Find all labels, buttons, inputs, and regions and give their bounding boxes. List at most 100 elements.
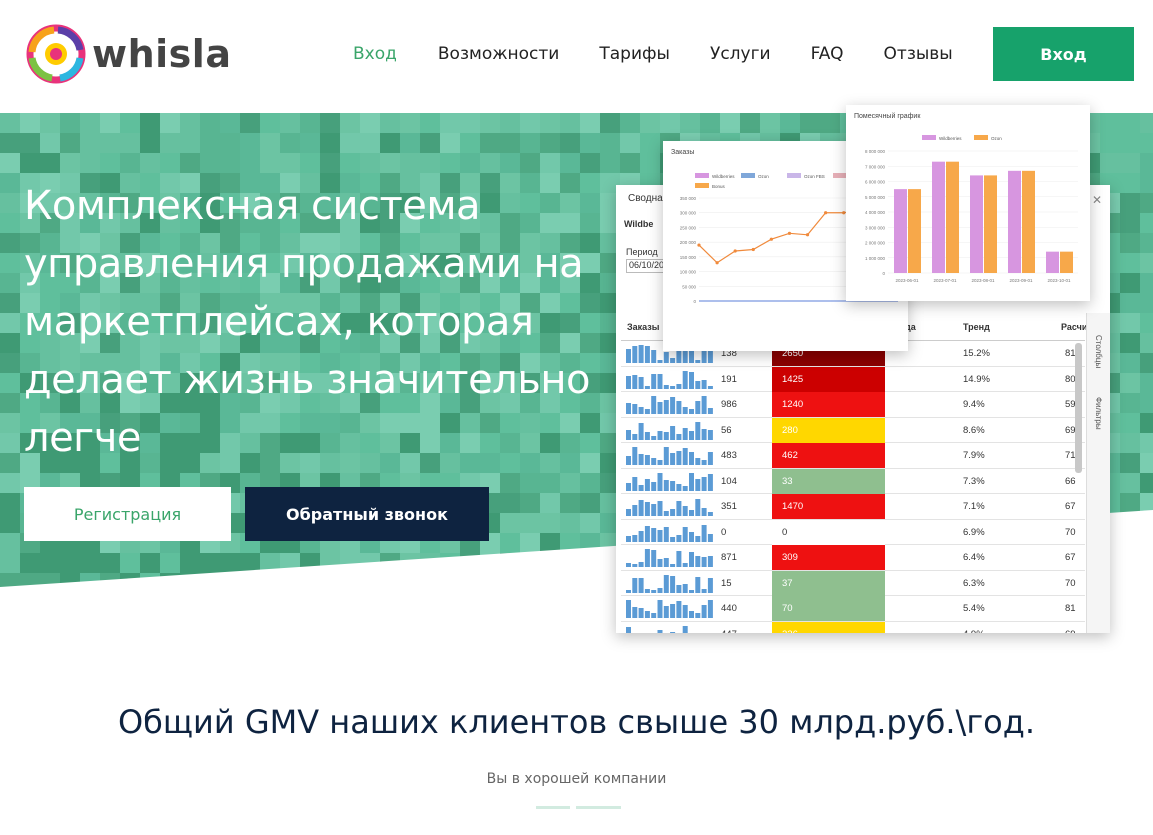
nav-link-features[interactable]: Возможности bbox=[438, 44, 559, 64]
nav-link-reviews[interactable]: Отзывы bbox=[884, 44, 953, 64]
pixel-tile bbox=[560, 533, 580, 553]
sparkline-bar bbox=[657, 460, 663, 465]
sparkline-bar bbox=[689, 531, 694, 542]
table-row[interactable]: 440 5.4% 81 70 bbox=[621, 596, 1085, 622]
pixel-tile bbox=[540, 573, 560, 587]
pixel-tile bbox=[1140, 513, 1153, 533]
nav-link-services[interactable]: Услуги bbox=[710, 44, 771, 64]
table-body: 138 15.2% 81 2650 191 14.9% 80 1425 986 9.4% 59 124… bbox=[621, 341, 1085, 633]
register-button[interactable]: Регистрация bbox=[24, 487, 231, 541]
pixel-tile bbox=[580, 533, 600, 553]
pixel-tile bbox=[200, 133, 220, 153]
sparkline-bar bbox=[644, 549, 650, 567]
pixel-tile bbox=[420, 573, 440, 587]
callback-button[interactable]: Обратный звонок bbox=[245, 487, 489, 541]
cell-orders: 440 bbox=[721, 603, 737, 614]
cell-calc: 67 bbox=[1065, 501, 1076, 512]
pixel-tile bbox=[60, 133, 80, 153]
pixel-tile bbox=[760, 113, 780, 133]
pixel-tile bbox=[240, 573, 260, 587]
pixel-tile bbox=[500, 513, 520, 533]
cell-heatmap: 70 bbox=[772, 596, 885, 621]
sparkline-bar bbox=[638, 345, 644, 363]
sparkline-bar bbox=[670, 509, 676, 516]
table-row[interactable]: 191 14.9% 80 1425 bbox=[621, 366, 1085, 392]
pixel-tile bbox=[520, 473, 540, 493]
pixel-tile bbox=[440, 573, 460, 587]
sparkline-bar bbox=[682, 625, 688, 633]
sparkline-bar bbox=[626, 563, 631, 567]
cell-trend: 6.4% bbox=[963, 552, 985, 563]
pixel-tile bbox=[380, 153, 400, 173]
pixel-tile bbox=[180, 153, 200, 173]
pixel-tile bbox=[300, 553, 320, 573]
cell-heatmap: 33 bbox=[772, 468, 885, 494]
pixel-tile bbox=[380, 553, 400, 573]
pixel-tile bbox=[1140, 273, 1153, 293]
pixel-tile bbox=[520, 153, 540, 173]
pixel-tile bbox=[340, 573, 360, 587]
table-row[interactable]: 15 6.3% 70 37 bbox=[621, 570, 1085, 596]
sparkline-bar bbox=[682, 526, 688, 542]
sparkline-bar bbox=[676, 483, 682, 491]
bar bbox=[970, 175, 983, 273]
table-row[interactable]: 104 7.3% 66 33 bbox=[621, 468, 1085, 494]
table-row[interactable]: 447 4.9% 69 226 bbox=[621, 621, 1085, 633]
pixel-tile bbox=[580, 493, 600, 513]
sparkline-bar bbox=[638, 484, 644, 491]
nav-link-faq[interactable]: FAQ bbox=[811, 44, 844, 64]
nav-link-login[interactable]: Вход bbox=[353, 44, 397, 64]
sparkline-bar bbox=[663, 526, 669, 542]
table-row[interactable]: 483 7.9% 71 462 bbox=[621, 443, 1085, 469]
series-point bbox=[824, 211, 828, 215]
sparkline-bar bbox=[638, 562, 644, 567]
sparkline-bar bbox=[670, 564, 676, 567]
pixel-tile bbox=[260, 153, 280, 173]
table-row[interactable]: 0 6.9% 70 0 bbox=[621, 519, 1085, 545]
sparkline-bar bbox=[626, 589, 631, 593]
pixel-tile bbox=[1140, 473, 1153, 493]
sparkline-bar bbox=[663, 558, 669, 567]
pixel-tile bbox=[80, 553, 100, 573]
nav-link-pricing[interactable]: Тарифы bbox=[599, 44, 670, 64]
cell-calc: 70 bbox=[1065, 526, 1076, 538]
pixel-tile bbox=[260, 133, 280, 153]
main-nav: Вход Возможности Тарифы Услуги FAQ Отзыв… bbox=[353, 44, 993, 64]
pixel-tile bbox=[100, 113, 120, 133]
pixel-tile bbox=[340, 553, 360, 573]
sparkline-bar bbox=[626, 509, 631, 516]
pixel-tile bbox=[480, 573, 500, 587]
table-row[interactable]: 56 8.6% 69 280 bbox=[621, 417, 1085, 443]
pixel-tile bbox=[1120, 193, 1140, 213]
pixel-tile bbox=[600, 153, 620, 173]
sparkline-bar bbox=[632, 404, 638, 414]
table-row[interactable]: 871 6.4% 67 309 bbox=[621, 545, 1085, 571]
table-row[interactable]: 986 9.4% 59 1240 bbox=[621, 392, 1085, 418]
sparkline-bar bbox=[644, 455, 650, 465]
table-row[interactable]: 351 7.1% 67 1470 bbox=[621, 494, 1085, 520]
pixel-tile bbox=[1120, 153, 1140, 173]
login-button[interactable]: Вход bbox=[993, 27, 1134, 81]
pixel-tile bbox=[0, 293, 20, 313]
pixel-tile bbox=[1140, 573, 1153, 587]
cell-calc: 80 bbox=[1065, 373, 1076, 385]
x-tick-label: 2023-09-01 bbox=[1009, 278, 1033, 283]
pixel-tile bbox=[460, 153, 480, 173]
side-columns-label[interactable]: Столбцы bbox=[1094, 335, 1103, 368]
pixel-tile bbox=[340, 113, 360, 133]
bar-chart: Wildberries Ozon 8 000 000 7 000 000 6 000 0… bbox=[865, 135, 1078, 283]
pixel-tile bbox=[1140, 453, 1153, 473]
pixel-tile bbox=[140, 113, 160, 133]
y-tick-label: 5 000 000 bbox=[865, 195, 886, 200]
sparkline-bar bbox=[701, 428, 707, 440]
pixel-tile bbox=[1120, 553, 1140, 573]
sparkline-bar bbox=[644, 502, 650, 516]
sparkline-bar bbox=[657, 430, 663, 440]
pixel-tile bbox=[1120, 473, 1140, 493]
logo[interactable]: whisla bbox=[24, 22, 231, 86]
sparkline-bar bbox=[682, 448, 688, 465]
cell-calc: 67 bbox=[1065, 552, 1076, 563]
side-filters-label[interactable]: Фильтры bbox=[1094, 397, 1103, 430]
pixel-tile bbox=[480, 113, 500, 133]
scrollbar[interactable] bbox=[1075, 343, 1082, 473]
